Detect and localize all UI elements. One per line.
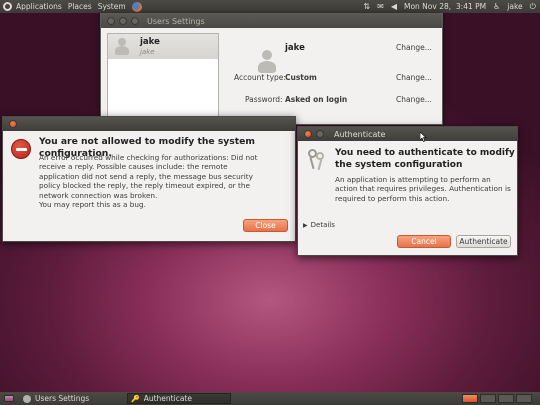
list-item[interactable]: jake jake bbox=[108, 34, 218, 59]
user-avatar-icon bbox=[113, 37, 131, 56]
password-label: Password: bbox=[245, 95, 283, 104]
firefox-icon[interactable] bbox=[131, 1, 142, 12]
system-menu[interactable]: System bbox=[98, 2, 126, 11]
mail-icon[interactable]: ✉ bbox=[377, 2, 384, 11]
network-icon[interactable]: ⇅ bbox=[363, 2, 370, 11]
error-message: An error occurred while checking for aut… bbox=[39, 153, 258, 210]
maximize-icon[interactable] bbox=[131, 17, 139, 25]
ubuntu-logo-icon[interactable] bbox=[3, 2, 12, 11]
authenticate-button[interactable]: Authenticate bbox=[456, 235, 511, 248]
auth-window-title: Authenticate bbox=[334, 129, 386, 139]
taskbar-label: Users Settings bbox=[35, 394, 90, 403]
password-value: Asked on login bbox=[285, 95, 348, 104]
mouse-pointer-icon bbox=[420, 132, 427, 142]
error-dialog-titlebar[interactable] bbox=[3, 117, 295, 131]
authenticate-dialog: Authenticate You need to authenticate to… bbox=[297, 126, 518, 256]
expander-arrow-icon: ▶ bbox=[303, 221, 308, 229]
keys-icon bbox=[306, 149, 326, 171]
users-app-icon bbox=[23, 394, 31, 403]
close-button[interactable]: Close bbox=[243, 219, 288, 232]
workspace-4-icon[interactable] bbox=[516, 394, 532, 403]
user-icon: ♿ bbox=[493, 2, 501, 11]
account-type-value: Custom bbox=[285, 73, 317, 82]
close-icon[interactable] bbox=[304, 130, 312, 138]
workspace-3-icon[interactable] bbox=[498, 394, 514, 403]
users-window-titlebar[interactable]: Users Settings bbox=[101, 14, 442, 28]
volume-icon[interactable]: ◀ bbox=[391, 2, 397, 11]
error-dialog: You are not allowed to modify the system… bbox=[2, 116, 296, 242]
show-desktop-icon[interactable] bbox=[4, 395, 14, 402]
minimize-icon[interactable] bbox=[316, 130, 324, 138]
close-icon[interactable] bbox=[9, 120, 17, 128]
error-icon bbox=[11, 139, 31, 159]
users-settings-window: Users Settings jake jake jake Change... … bbox=[100, 13, 443, 125]
user-login: jake bbox=[140, 48, 155, 56]
workspace-2-icon[interactable] bbox=[480, 394, 496, 403]
user-avatar-icon bbox=[256, 50, 278, 74]
user-name: jake bbox=[140, 37, 160, 47]
account-type-label: Account type: bbox=[234, 73, 286, 82]
places-menu[interactable]: Places bbox=[68, 2, 92, 11]
taskbar-item-users-settings[interactable]: Users Settings bbox=[20, 393, 124, 404]
change-name-button[interactable]: Change... bbox=[396, 43, 432, 52]
applications-menu[interactable]: Applications bbox=[16, 2, 62, 11]
auth-dialog-titlebar[interactable]: Authenticate bbox=[298, 127, 517, 141]
change-password-button[interactable]: Change... bbox=[396, 95, 432, 104]
authenticate-app-icon: 🔑 bbox=[131, 394, 140, 403]
detail-user-name: jake bbox=[285, 43, 305, 53]
bottom-panel: Users Settings 🔑 Authenticate bbox=[0, 392, 540, 405]
window-title: Users Settings bbox=[147, 16, 205, 26]
taskbar-label: Authenticate bbox=[143, 394, 192, 403]
clock[interactable]: Mon Nov 28, 3:41 PM bbox=[404, 2, 486, 11]
user-list[interactable]: jake jake bbox=[107, 33, 219, 125]
close-icon[interactable] bbox=[107, 17, 115, 25]
auth-message: An application is attempting to perform … bbox=[335, 175, 511, 203]
details-label: Details bbox=[310, 221, 335, 229]
change-account-type-button[interactable]: Change... bbox=[396, 73, 432, 82]
details-expander[interactable]: ▶ Details bbox=[303, 221, 335, 229]
cancel-button[interactable]: Cancel bbox=[397, 235, 451, 248]
taskbar-item-authenticate[interactable]: 🔑 Authenticate bbox=[127, 393, 231, 404]
minimize-icon[interactable] bbox=[119, 17, 127, 25]
auth-heading: You need to authenticate to modify the s… bbox=[335, 148, 515, 170]
power-icon[interactable]: ⏻ bbox=[530, 2, 536, 12]
top-panel: Applications Places System ⇅ ✉ ◀ Mon Nov… bbox=[0, 0, 540, 13]
user-menu[interactable]: jake bbox=[507, 2, 522, 11]
workspace-switcher-icon[interactable] bbox=[462, 394, 478, 403]
